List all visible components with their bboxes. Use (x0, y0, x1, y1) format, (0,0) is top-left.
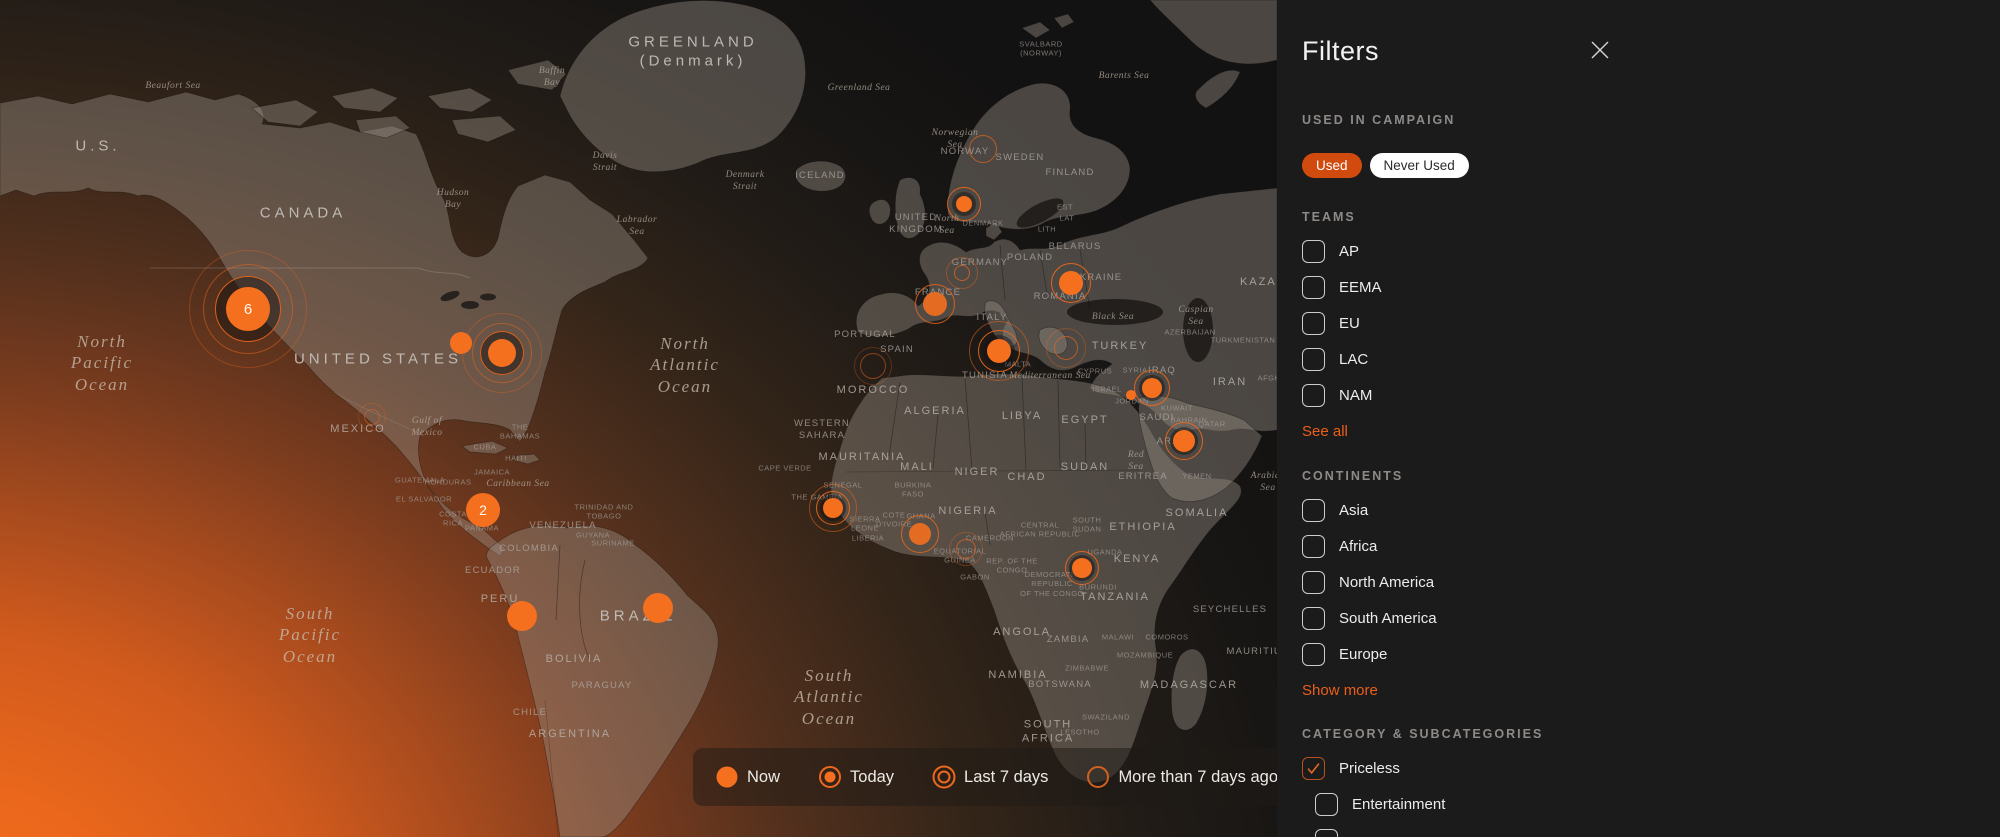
checkbox-icon[interactable] (1315, 793, 1338, 816)
checkbox-group-categories: Priceless Entertainment (1302, 757, 1972, 837)
marker-dot (507, 601, 537, 631)
marker-dot (909, 523, 931, 545)
checked-checkbox-icon[interactable] (1302, 757, 1325, 780)
marker-dot (823, 498, 843, 518)
checkbox-row-lac[interactable]: LAC (1302, 348, 1972, 371)
legend-label: More than 7 days ago (1118, 768, 1277, 787)
ringed-marker-icon (818, 766, 841, 789)
campaign-chip-group: Used Never Used (1302, 153, 1972, 178)
marker-dot (956, 196, 972, 212)
checkbox-row-partial[interactable] (1315, 829, 1972, 837)
map-legend: Now Today Last 7 days More than 7 days ago (693, 748, 1277, 806)
checkbox-icon[interactable] (1302, 312, 1325, 335)
marker-ring (854, 347, 892, 385)
legend-item-double: Last 7 days (932, 766, 1048, 789)
world-map-landmass (0, 0, 1277, 837)
marker-dot: 6 (226, 287, 270, 331)
checkbox-icon[interactable] (1302, 384, 1325, 407)
world-map[interactable]: U.S.CANADAUNITED STATESBRAZILGREENLAND (… (0, 0, 1277, 837)
marker-dot (1142, 378, 1162, 398)
solid-marker-icon (715, 766, 738, 789)
checkbox-icon[interactable] (1302, 607, 1325, 630)
legend-label: Today (850, 768, 894, 787)
section-heading-teams: TEAMS (1302, 209, 1972, 225)
checkbox-label: South America (1339, 607, 1437, 630)
checkbox-icon[interactable] (1315, 829, 1338, 837)
marker-ring (358, 403, 386, 431)
marker-ring (969, 135, 997, 163)
chip-used[interactable]: Used (1302, 153, 1362, 178)
marker-dot (643, 593, 673, 623)
checkbox-label: Entertainment (1352, 793, 1445, 816)
close-icon[interactable] (1588, 38, 1612, 62)
checkbox-icon[interactable] (1302, 240, 1325, 263)
marker-dot (1059, 271, 1083, 295)
marker-dot (987, 339, 1011, 363)
checkbox-row-africa[interactable]: Africa (1302, 535, 1972, 558)
legend-item-solid: Now (715, 766, 780, 789)
filters-panel-body: USED IN CAMPAIGN Used Never Used TEAMS AP EEM… (1302, 112, 1972, 837)
double-marker-icon (932, 766, 955, 789)
marker-count-label: 6 (244, 301, 252, 318)
section-heading-campaign: USED IN CAMPAIGN (1302, 112, 1972, 128)
legend-item-hollow: More than 7 days ago (1086, 766, 1277, 789)
checkbox-row-priceless[interactable]: Priceless (1302, 757, 1972, 780)
legend-label: Now (747, 768, 780, 787)
checkbox-label: LAC (1339, 348, 1368, 371)
checkbox-row-europe[interactable]: Europe (1302, 643, 1972, 666)
checkbox-label: EEMA (1339, 276, 1382, 299)
checkbox-label: Europe (1339, 643, 1387, 666)
checkbox-row-south-america[interactable]: South America (1302, 607, 1972, 630)
section-heading-categories: CATEGORY & SUBCATEGORIES (1302, 726, 1972, 742)
checkbox-icon[interactable] (1302, 535, 1325, 558)
marker-dot (1173, 430, 1195, 452)
checkbox-label: AP (1339, 240, 1359, 263)
checkbox-group-teams: AP EEMA EU LAC NAM (1302, 240, 1972, 407)
checkbox-row-asia[interactable]: Asia (1302, 499, 1972, 522)
chip-never-used[interactable]: Never Used (1370, 153, 1469, 178)
checkbox-row-eema[interactable]: EEMA (1302, 276, 1972, 299)
checkbox-group-continents: Asia Africa North America South America Euro… (1302, 499, 1972, 666)
marker-dot (923, 292, 947, 316)
checkbox-label: EU (1339, 312, 1360, 335)
filters-panel: Filters USED IN CAMPAIGN Used Never Used TE… (1277, 0, 2000, 837)
checkbox-row-ap[interactable]: AP (1302, 240, 1972, 263)
marker-ring (946, 257, 978, 289)
marker-dot (1126, 390, 1136, 400)
checkbox-icon[interactable] (1302, 643, 1325, 666)
checkbox-label: NAM (1339, 384, 1372, 407)
filters-panel-title: Filters (1302, 36, 1972, 67)
checkbox-icon[interactable] (1302, 348, 1325, 371)
show-more-link[interactable]: Show more (1302, 681, 1378, 700)
checkbox-icon[interactable] (1302, 499, 1325, 522)
marker-ring (949, 532, 983, 566)
checkbox-label: Asia (1339, 499, 1368, 522)
marker-dot (1072, 558, 1092, 578)
checkbox-label: Priceless (1339, 757, 1400, 780)
campaign-map-screen: U.S.CANADAUNITED STATESBRAZILGREENLAND (… (0, 0, 2000, 837)
checkbox-icon[interactable] (1302, 571, 1325, 594)
checkbox-row-entertainment[interactable]: Entertainment (1315, 793, 1972, 816)
checkbox-row-nam[interactable]: NAM (1302, 384, 1972, 407)
hollow-marker-icon (1086, 766, 1109, 789)
see-all-link[interactable]: See all (1302, 422, 1348, 441)
marker-dot (488, 339, 516, 367)
legend-item-ringed: Today (818, 766, 894, 789)
checkbox-row-north-america[interactable]: North America (1302, 571, 1972, 594)
marker-dot: 2 (466, 493, 500, 527)
marker-count-label: 2 (479, 502, 487, 518)
section-heading-continents: CONTINENTS (1302, 468, 1972, 484)
marker-ring (1046, 328, 1086, 368)
checkbox-label: North America (1339, 571, 1434, 594)
checkbox-label: Africa (1339, 535, 1377, 558)
checkbox-icon[interactable] (1302, 276, 1325, 299)
checkbox-row-eu[interactable]: EU (1302, 312, 1972, 335)
legend-label: Last 7 days (964, 768, 1048, 787)
